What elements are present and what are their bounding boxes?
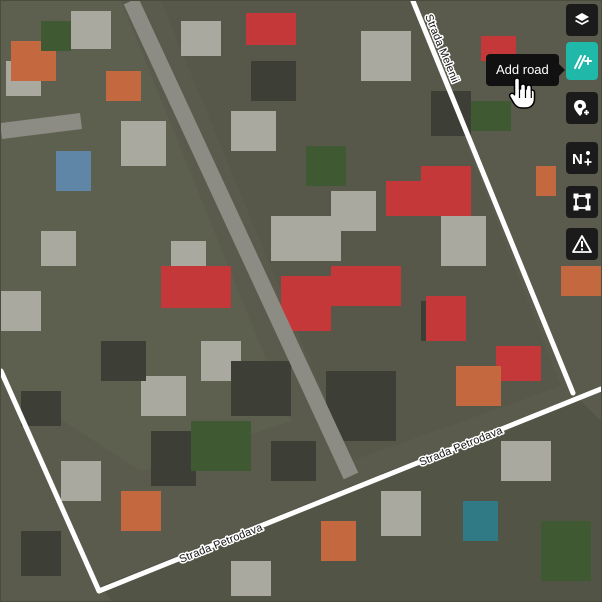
hand-cursor-icon bbox=[508, 77, 536, 109]
add-node-button[interactable]: N bbox=[566, 142, 598, 174]
svg-text:N: N bbox=[572, 151, 583, 168]
draw-area-button[interactable] bbox=[566, 186, 598, 218]
issues-button[interactable] bbox=[566, 228, 598, 260]
add-place-icon bbox=[574, 100, 591, 117]
draw-area-icon bbox=[573, 193, 591, 211]
add-place-button[interactable] bbox=[566, 92, 598, 124]
add-road-icon bbox=[574, 55, 592, 69]
warning-icon bbox=[572, 235, 592, 253]
add-road-button[interactable] bbox=[566, 42, 598, 80]
layers-button[interactable] bbox=[566, 4, 598, 36]
layers-icon bbox=[575, 13, 589, 26]
add-node-icon: N bbox=[572, 151, 592, 168]
